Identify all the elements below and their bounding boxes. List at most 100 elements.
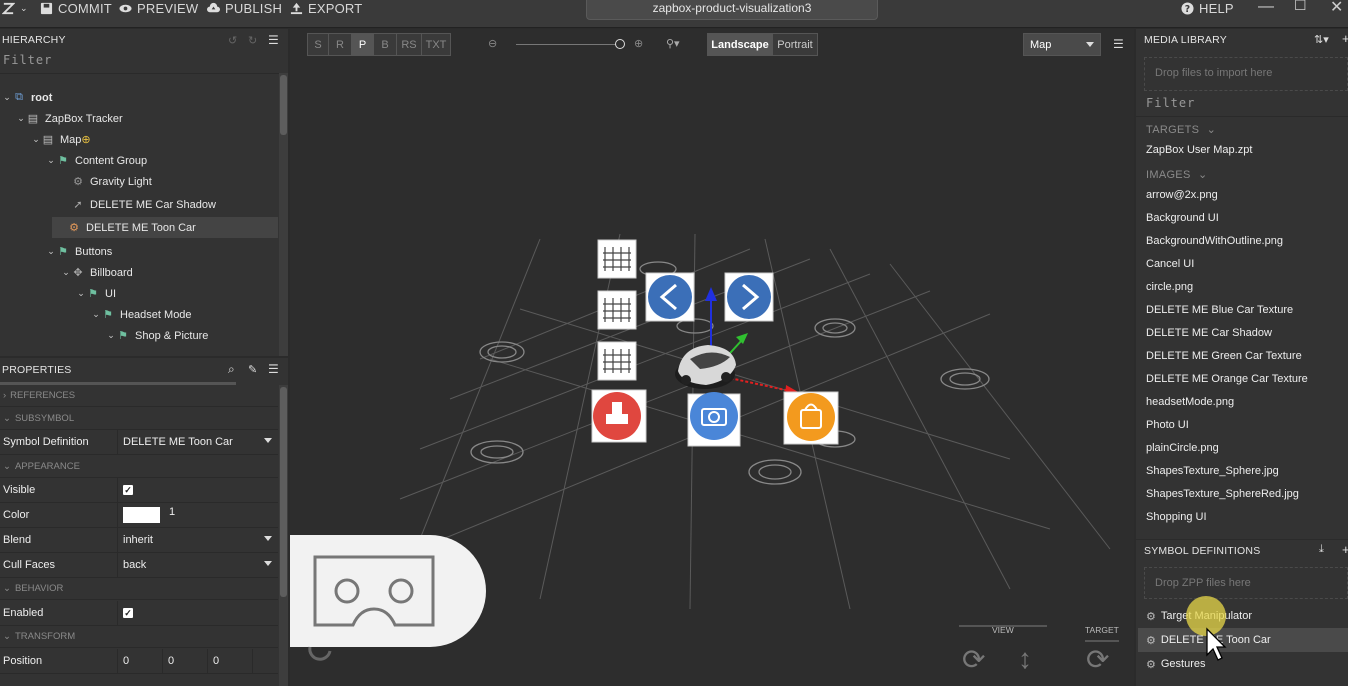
- symbol-item[interactable]: ⚙DELETE ME Toon Car: [1138, 628, 1348, 652]
- maximize-icon[interactable]: ☐: [1294, 0, 1307, 14]
- position-x-input[interactable]: 0: [118, 649, 163, 673]
- media-filter-input[interactable]: Filter: [1146, 96, 1195, 110]
- download-icon[interactable]: ⤓: [1319, 543, 1324, 556]
- hamburger-menu-icon[interactable]: ☰: [268, 33, 279, 47]
- cull-faces-select[interactable]: back: [117, 553, 278, 577]
- undo-icon[interactable]: ↺: [228, 34, 237, 47]
- zoom-out-icon[interactable]: ⊖: [488, 37, 497, 50]
- media-image-item[interactable]: ShapesTexture_Sphere.jpg: [1146, 465, 1279, 477]
- mode-txt-button[interactable]: TXT: [421, 33, 451, 56]
- media-image-item[interactable]: BackgroundWithOutline.png: [1146, 235, 1283, 247]
- zoom-slider[interactable]: [516, 44, 622, 45]
- media-target-item[interactable]: ZapBox User Map.zpt: [1146, 144, 1252, 156]
- hamburger-menu-icon[interactable]: ☰: [268, 362, 279, 376]
- view-select[interactable]: Map: [1023, 33, 1101, 56]
- section-behavior[interactable]: ⌄ BEHAVIOR: [0, 578, 278, 600]
- symbol-definition-select[interactable]: DELETE ME Toon Car: [117, 430, 278, 454]
- close-icon[interactable]: ✕: [1330, 0, 1343, 17]
- edit-icon[interactable]: ✎: [248, 363, 257, 376]
- publish-button[interactable]: PUBLISH: [207, 0, 282, 16]
- hierarchy-item[interactable]: ⌄ ▤ Map ⊕: [0, 129, 278, 150]
- hierarchy-item[interactable]: ⚙ DELETE ME Toon Car: [52, 217, 278, 238]
- scene-canvas[interactable]: [290, 29, 1134, 686]
- viewport[interactable]: S R P B RS TXT ⊖ ⊕ ⚲▾ Landscape Portrait Map …: [290, 29, 1134, 686]
- media-image-item[interactable]: DELETE ME Orange Car Texture: [1146, 373, 1308, 385]
- scrollbar-thumb[interactable]: [280, 387, 287, 597]
- media-image-item[interactable]: headsetMode.png: [1146, 396, 1234, 408]
- targets-section[interactable]: TARGETS ⌄: [1146, 123, 1216, 136]
- chevron-down-icon[interactable]: ⌄: [16, 113, 26, 124]
- chevron-down-icon[interactable]: ⌄: [61, 267, 71, 278]
- color-alpha[interactable]: 1: [169, 506, 175, 518]
- hierarchy-item[interactable]: ⚙ Gravity Light: [0, 171, 278, 192]
- section-transform[interactable]: ⌄ TRANSFORM: [0, 626, 278, 648]
- mode-s-button[interactable]: S: [307, 33, 329, 56]
- scrollbar-thumb[interactable]: [280, 75, 287, 135]
- hamburger-menu-icon[interactable]: ☰: [1113, 37, 1124, 51]
- hierarchy-item[interactable]: ⌄ ▤ ZapBox Tracker: [0, 108, 278, 129]
- symbol-item[interactable]: ⚙Target Manipulator: [1138, 604, 1348, 628]
- hierarchy-item[interactable]: ⌄ ✥ Billboard: [0, 262, 278, 283]
- search-icon[interactable]: ⌕: [228, 362, 235, 377]
- blend-select[interactable]: inherit: [117, 528, 278, 552]
- mode-r-button[interactable]: R: [328, 33, 352, 56]
- reset-camera-icon[interactable]: [308, 646, 332, 661]
- media-image-item[interactable]: Cancel UI: [1146, 258, 1194, 270]
- mode-rs-button[interactable]: RS: [396, 33, 422, 56]
- hierarchy-item[interactable]: ➚ DELETE ME Car Shadow: [0, 194, 278, 215]
- media-image-item[interactable]: circle.png: [1146, 281, 1193, 293]
- position-y-input[interactable]: 0: [163, 649, 208, 673]
- section-references[interactable]: › REFERENCES: [0, 385, 278, 407]
- media-image-item[interactable]: plainCircle.png: [1146, 442, 1219, 454]
- color-swatch[interactable]: [123, 507, 160, 523]
- media-image-item[interactable]: DELETE ME Car Shadow: [1146, 327, 1272, 339]
- sort-icon[interactable]: ⇅▾: [1314, 33, 1329, 46]
- chevron-down-icon[interactable]: ⌄: [76, 288, 86, 299]
- chevron-down-icon[interactable]: ⌄: [46, 155, 56, 166]
- hierarchy-item[interactable]: ⌄ ⧉ root: [0, 87, 278, 108]
- export-button[interactable]: EXPORT: [290, 0, 362, 16]
- hierarchy-item[interactable]: ⌄ ⚑ UI: [0, 283, 278, 304]
- media-image-item[interactable]: arrow@2x.png: [1146, 189, 1218, 201]
- portrait-button[interactable]: Portrait: [772, 33, 818, 56]
- mode-b-button[interactable]: B: [373, 33, 397, 56]
- hierarchy-filter-input[interactable]: Filter: [3, 53, 52, 67]
- vertical-move-icon[interactable]: ↕: [1018, 643, 1032, 675]
- help-button[interactable]: ? HELP: [1181, 0, 1234, 16]
- add-icon[interactable]: +: [1342, 31, 1348, 46]
- chevron-down-icon[interactable]: ⌄: [91, 309, 101, 320]
- hierarchy-item[interactable]: ⌄ ⚑ Headset Mode: [0, 304, 278, 325]
- redo-icon[interactable]: ↻: [248, 34, 257, 47]
- chevron-down-icon[interactable]: ⌄: [2, 92, 12, 103]
- rotate-view-icon[interactable]: ⟳: [962, 643, 985, 676]
- chevron-down-icon[interactable]: ⌄: [106, 330, 116, 341]
- section-subsymbol[interactable]: ⌄ SUBSYMBOL: [0, 408, 278, 430]
- hierarchy-item[interactable]: ⌄ ⚑ Shop & Picture: [0, 325, 278, 346]
- landscape-button[interactable]: Landscape: [707, 33, 773, 56]
- hierarchy-item[interactable]: ⌄ ⚑ Content Group: [0, 150, 278, 171]
- light-bulb-icon[interactable]: ⚲▾: [666, 37, 680, 50]
- position-z-input[interactable]: 0: [208, 649, 253, 673]
- images-section[interactable]: IMAGES ⌄: [1146, 168, 1207, 181]
- media-image-item[interactable]: DELETE ME Blue Car Texture: [1146, 304, 1293, 316]
- symbol-item[interactable]: ⚙ Gestures: [1138, 652, 1348, 676]
- hierarchy-item[interactable]: ⌄ ⚑ Buttons: [0, 241, 278, 262]
- chevron-down-icon[interactable]: ⌄: [46, 246, 56, 257]
- mode-p-button[interactable]: P: [351, 33, 374, 56]
- media-image-item[interactable]: Photo UI: [1146, 419, 1189, 431]
- chevron-down-icon[interactable]: ⌄: [31, 134, 41, 145]
- media-drop-zone[interactable]: Drop files to import here: [1144, 57, 1348, 91]
- symbol-drop-zone[interactable]: Drop ZPP files here: [1144, 567, 1348, 599]
- preview-button[interactable]: PREVIEW: [119, 0, 198, 16]
- add-icon[interactable]: +: [1342, 542, 1348, 557]
- properties-scrollbar[interactable]: [279, 385, 288, 686]
- app-menu-button[interactable]: ⌄: [2, 0, 28, 16]
- minimize-icon[interactable]: —: [1258, 0, 1274, 16]
- media-image-item[interactable]: ShapesTexture_SphereRed.jpg: [1146, 488, 1299, 500]
- section-appearance[interactable]: ⌄ APPEARANCE: [0, 456, 278, 478]
- media-image-item[interactable]: Shopping UI: [1146, 511, 1207, 523]
- media-image-item[interactable]: Background UI: [1146, 212, 1219, 224]
- media-image-item[interactable]: DELETE ME Green Car Texture: [1146, 350, 1302, 362]
- zoom-in-icon[interactable]: ⊕: [634, 37, 643, 50]
- hierarchy-scrollbar[interactable]: [279, 73, 288, 356]
